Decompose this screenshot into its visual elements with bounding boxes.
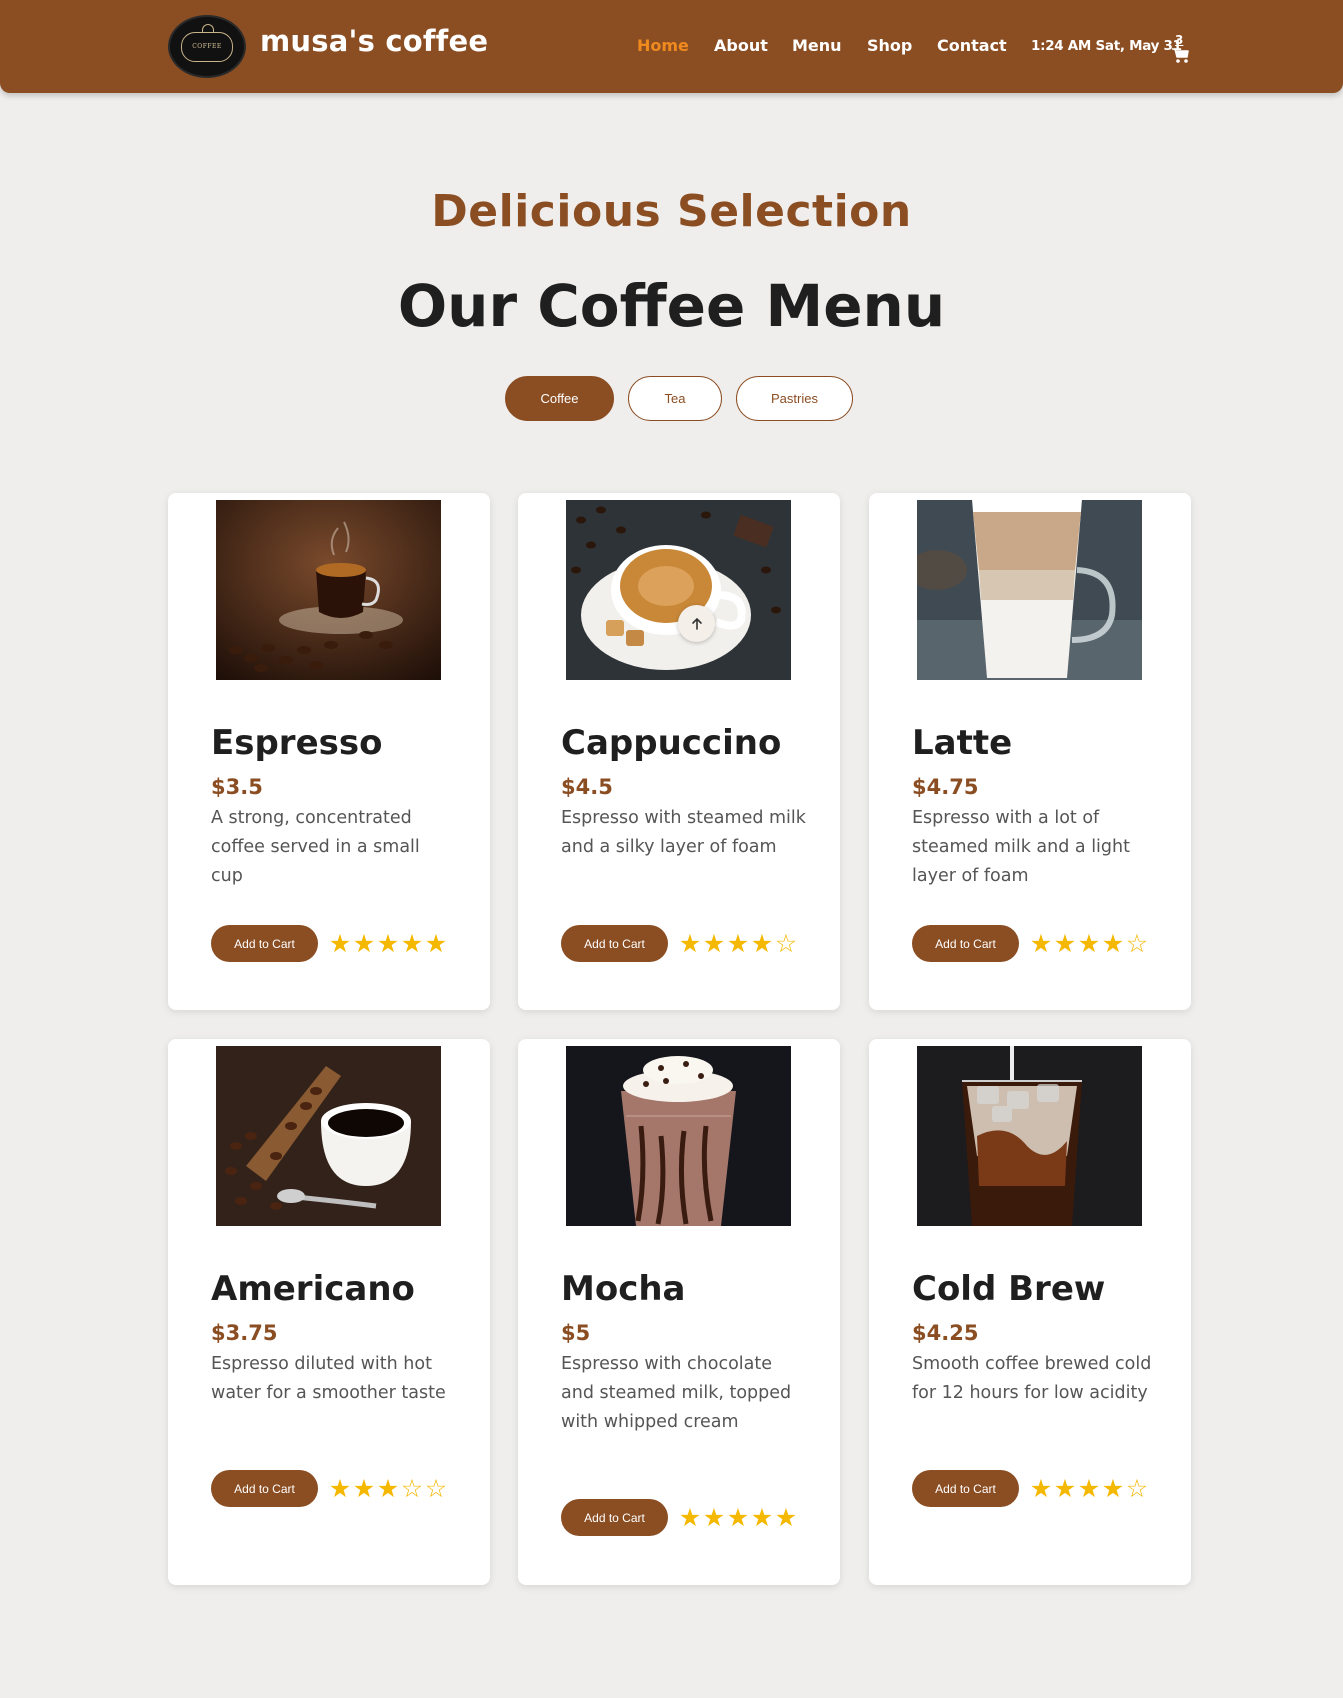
star-empty-icon: ☆ [424, 1474, 448, 1503]
latte-image [917, 500, 1142, 680]
card-actions: Add to Cart ★ ★ ★ ☆ ☆ [211, 1470, 448, 1507]
mocha-image [566, 1046, 791, 1226]
americano-image [216, 1046, 441, 1226]
nav-shop[interactable]: Shop [867, 36, 912, 55]
add-to-cart-button[interactable]: Add to Cart [211, 1470, 318, 1507]
logo-badge: COFFEE [181, 23, 233, 62]
arrow-up-icon [691, 617, 702, 630]
star-filled-icon: ★ [726, 929, 750, 958]
star-filled-icon: ★ [400, 929, 424, 958]
star-filled-icon: ★ [1101, 929, 1125, 958]
star-empty-icon: ☆ [400, 1474, 424, 1503]
product-card-espresso: Espresso $3.5 A strong, concentrated cof… [168, 493, 490, 1010]
product-card-cold-brew: Cold Brew $4.25 Smooth coffee brewed col… [869, 1039, 1191, 1585]
star-filled-icon: ★ [376, 1474, 400, 1503]
product-card-cappuccino: Cappuccino $4.5 Espresso with steamed mi… [518, 493, 840, 1010]
star-empty-icon: ☆ [774, 929, 798, 958]
star-filled-icon: ★ [328, 1474, 352, 1503]
product-card-latte: Latte $4.75 Espresso with a lot of steam… [869, 493, 1191, 1010]
star-filled-icon: ★ [678, 1503, 702, 1532]
star-filled-icon: ★ [726, 1503, 750, 1532]
product-name: Cold Brew [912, 1269, 1106, 1309]
product-price: $4.5 [561, 775, 613, 799]
product-price: $3.5 [211, 775, 263, 799]
nav-about[interactable]: About [714, 36, 768, 55]
star-rating: ★ ★ ★ ★ ☆ [1029, 1476, 1149, 1501]
star-filled-icon: ★ [1029, 929, 1053, 958]
section-subtitle: Delicious Selection [431, 186, 912, 237]
product-description: Espresso diluted with hot water for a sm… [211, 1354, 446, 1403]
cold-brew-image [917, 1046, 1142, 1226]
star-filled-icon: ★ [1101, 1474, 1125, 1503]
star-rating: ★ ★ ★ ★ ★ [328, 931, 448, 956]
star-filled-icon: ★ [376, 929, 400, 958]
star-filled-icon: ★ [702, 929, 726, 958]
logo[interactable]: COFFEE [168, 15, 246, 78]
star-filled-icon: ★ [352, 1474, 376, 1503]
product-card-mocha: Mocha $5 Espresso with chocolate and ste… [518, 1039, 840, 1585]
product-description: A strong, concentrated coffee served in … [211, 808, 420, 886]
card-actions: Add to Cart ★ ★ ★ ★ ☆ [912, 925, 1149, 962]
logo-text: COFFEE [192, 43, 222, 50]
star-rating: ★ ★ ★ ★ ★ [678, 1505, 798, 1530]
add-to-cart-button[interactable]: Add to Cart [561, 925, 668, 962]
product-card-americano: Americano $3.75 Espresso diluted with ho… [168, 1039, 490, 1585]
star-filled-icon: ★ [352, 929, 376, 958]
star-filled-icon: ★ [424, 929, 448, 958]
product-price: $4.25 [912, 1321, 979, 1345]
scroll-to-top-button[interactable] [678, 605, 715, 642]
product-price: $3.75 [211, 1321, 278, 1345]
nav-menu[interactable]: Menu [792, 36, 842, 55]
product-name: Latte [912, 723, 1013, 763]
card-actions: Add to Cart ★ ★ ★ ★ ☆ [912, 1470, 1149, 1507]
star-filled-icon: ★ [702, 1503, 726, 1532]
star-filled-icon: ★ [750, 1503, 774, 1532]
star-filled-icon: ★ [1053, 929, 1077, 958]
page-title: Our Coffee Menu [397, 272, 946, 340]
star-rating: ★ ★ ★ ★ ☆ [1029, 931, 1149, 956]
product-description: Espresso with chocolate and steamed milk… [561, 1354, 792, 1432]
star-rating: ★ ★ ★ ★ ☆ [678, 931, 798, 956]
card-actions: Add to Cart ★ ★ ★ ★ ☆ [561, 925, 798, 962]
product-description: Smooth coffee brewed cold for 12 hours f… [912, 1354, 1152, 1403]
star-empty-icon: ☆ [1125, 1474, 1149, 1503]
clock-display: 1:24 AM Sat, May 31 [1031, 38, 1182, 54]
add-to-cart-button[interactable]: Add to Cart [211, 925, 318, 962]
star-filled-icon: ★ [774, 1503, 798, 1532]
nav-contact[interactable]: Contact [937, 36, 1007, 55]
nav-home[interactable]: Home [637, 36, 689, 55]
star-filled-icon: ★ [1077, 929, 1101, 958]
card-actions: Add to Cart ★ ★ ★ ★ ★ [561, 1499, 798, 1536]
cappuccino-image [566, 500, 791, 680]
star-filled-icon: ★ [1029, 1474, 1053, 1503]
add-to-cart-button[interactable]: Add to Cart [561, 1499, 668, 1536]
brand-name[interactable]: musa's coffee [260, 24, 488, 58]
cart-icon[interactable] [1170, 34, 1190, 64]
product-price: $4.75 [912, 775, 979, 799]
product-price: $5 [561, 1321, 591, 1345]
star-empty-icon: ☆ [1125, 929, 1149, 958]
star-filled-icon: ★ [1053, 1474, 1077, 1503]
product-name: Espresso [211, 723, 383, 763]
star-filled-icon: ★ [1077, 1474, 1101, 1503]
star-filled-icon: ★ [678, 929, 702, 958]
tab-coffee[interactable]: Coffee [505, 376, 614, 421]
product-name: Mocha [561, 1269, 686, 1309]
product-name: Cappuccino [561, 723, 782, 763]
product-description: Espresso with steamed milk and a silky l… [561, 808, 806, 857]
espresso-image [216, 500, 441, 680]
product-name: Americano [211, 1269, 415, 1309]
add-to-cart-button[interactable]: Add to Cart [912, 925, 1019, 962]
star-filled-icon: ★ [328, 929, 352, 958]
star-rating: ★ ★ ★ ☆ ☆ [328, 1476, 448, 1501]
tab-tea[interactable]: Tea [628, 376, 722, 421]
add-to-cart-button[interactable]: Add to Cart [912, 1470, 1019, 1507]
card-actions: Add to Cart ★ ★ ★ ★ ★ [211, 925, 448, 962]
product-description: Espresso with a lot of steamed milk and … [912, 808, 1130, 886]
tab-pastries[interactable]: Pastries [736, 376, 853, 421]
star-filled-icon: ★ [750, 929, 774, 958]
site-header: COFFEE musa's coffee Home About Menu Sho… [0, 0, 1343, 93]
